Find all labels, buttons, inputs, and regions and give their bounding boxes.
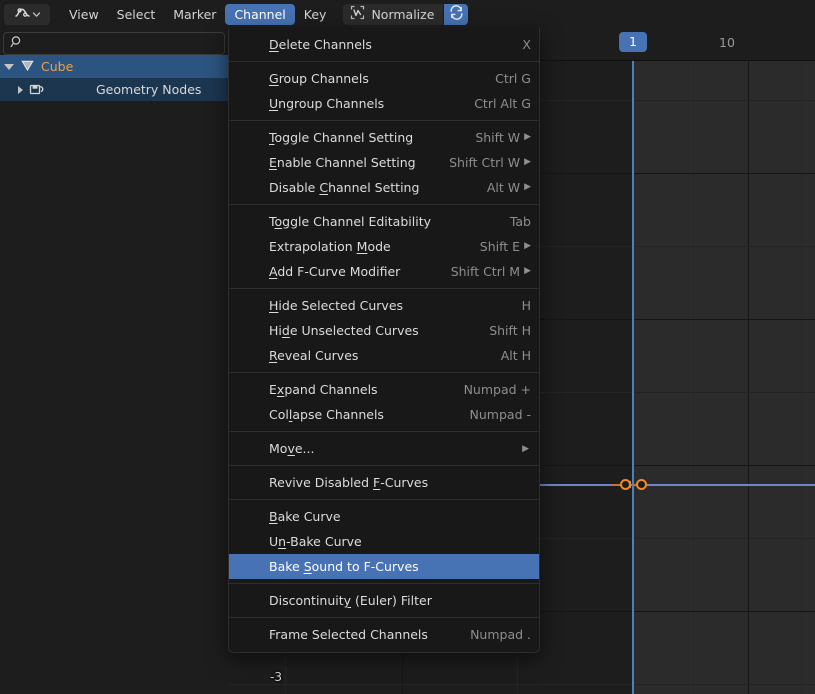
grid-line-vertical bbox=[748, 60, 749, 694]
menu-item-move[interactable]: Move... ▶ bbox=[229, 436, 539, 461]
menu-item-group-channels[interactable]: Group Channels Ctrl G bbox=[229, 66, 539, 91]
menu-item-hide-unselected-curves[interactable]: Hide Unselected Curves Shift H bbox=[229, 318, 539, 343]
menu-item-shortcut: Shift H bbox=[489, 323, 531, 338]
menu-item-collapse-channels[interactable]: Collapse Channels Numpad - bbox=[229, 402, 539, 427]
menu-key[interactable]: Key bbox=[295, 4, 336, 25]
editor-header: View Select Marker Channel Key Normalize bbox=[0, 0, 815, 28]
menu-separator bbox=[229, 465, 539, 466]
search-icon bbox=[10, 35, 24, 52]
menu-separator bbox=[229, 617, 539, 618]
submenu-arrow-icon: ▶ bbox=[524, 157, 531, 167]
menu-item-frame-selected-channels[interactable]: Frame Selected Channels Numpad . bbox=[229, 622, 539, 647]
y-axis-label: -3 bbox=[270, 670, 282, 684]
menu-channel-label: Channel bbox=[234, 6, 286, 22]
menu-item-shortcut: Ctrl G bbox=[495, 71, 531, 86]
menu-item-shortcut: Shift E bbox=[479, 239, 521, 254]
menu-item-shortcut: Shift Ctrl M bbox=[450, 264, 521, 279]
chevron-down-icon bbox=[32, 7, 41, 22]
menu-item-shortcut: H bbox=[521, 298, 531, 313]
search-row bbox=[0, 28, 228, 55]
menu-separator bbox=[229, 120, 539, 121]
menu-item-un-bake-curve[interactable]: Un-Bake Curve bbox=[229, 529, 539, 554]
menu-separator bbox=[229, 583, 539, 584]
normalize-toggle-button[interactable]: Normalize bbox=[343, 3, 444, 25]
menu-separator bbox=[229, 499, 539, 500]
menu-item-toggle-channel-editability[interactable]: Toggle Channel Editability Tab bbox=[229, 209, 539, 234]
menu-select[interactable]: Select bbox=[108, 4, 165, 25]
channel-row-geometry-nodes[interactable]: Geometry Nodes bbox=[0, 78, 228, 101]
menu-key-label: Key bbox=[303, 6, 327, 22]
menu-item-shortcut: Tab bbox=[509, 214, 531, 229]
menu-item-disable-channel-setting[interactable]: Disable Channel Setting Alt W ▶ bbox=[229, 175, 539, 200]
menu-view[interactable]: View bbox=[60, 4, 108, 25]
menu-item-toggle-channel-setting[interactable]: Toggle Channel Setting Shift W ▶ bbox=[229, 125, 539, 150]
menu-item-shortcut: Alt H bbox=[500, 348, 531, 363]
menu-item-expand-channels[interactable]: Expand Channels Numpad + bbox=[229, 377, 539, 402]
menu-item-bake-curve[interactable]: Bake Curve bbox=[229, 504, 539, 529]
menu-channel[interactable]: Channel bbox=[225, 3, 295, 25]
playhead-line[interactable] bbox=[632, 60, 634, 694]
expand-triangle-icon[interactable] bbox=[4, 63, 14, 70]
menu-item-discontinuity-euler-filter[interactable]: Discontinuity (Euler) Filter bbox=[229, 588, 539, 613]
editor-type-selector[interactable] bbox=[4, 3, 50, 25]
blender-graph-editor: -3 10 1 View Select Marker Channel Key N… bbox=[0, 0, 815, 694]
menu-item-reveal-curves[interactable]: Reveal Curves Alt H bbox=[229, 343, 539, 368]
menu-item-shortcut: Numpad . bbox=[470, 627, 531, 642]
menu-view-label: View bbox=[69, 6, 99, 22]
channel-label: Cube bbox=[41, 59, 74, 74]
search-input[interactable] bbox=[30, 36, 210, 51]
normalize-label: Normalize bbox=[371, 6, 435, 22]
menu-item-bake-sound-to-f-curves[interactable]: Bake Sound to F-Curves bbox=[229, 554, 539, 579]
expand-triangle-icon[interactable] bbox=[18, 85, 23, 94]
channel-dropdown-menu[interactable]: Delete Channels X Group Channels Ctrl G … bbox=[228, 28, 540, 653]
menu-item-add-f-curve-modifier[interactable]: Add F-Curve Modifier Shift Ctrl M ▶ bbox=[229, 259, 539, 284]
channel-row-cube[interactable]: Cube bbox=[0, 55, 228, 78]
current-frame-indicator[interactable]: 1 bbox=[619, 32, 647, 52]
menu-item-enable-channel-setting[interactable]: Enable Channel Setting Shift Ctrl W ▶ bbox=[229, 150, 539, 175]
menu-item-delete-channels[interactable]: Delete Channels X bbox=[229, 32, 539, 57]
grid-line-horizontal bbox=[228, 684, 815, 685]
menu-item-shortcut: Ctrl Alt G bbox=[474, 96, 531, 111]
menu-item-revive-disabled-f-curves[interactable]: Revive Disabled F-Curves bbox=[229, 470, 539, 495]
channel-sidebar: Cube Geometry Nodes bbox=[0, 28, 228, 694]
submenu-arrow-icon: ▶ bbox=[522, 443, 529, 454]
menu-separator bbox=[229, 204, 539, 205]
triangle-object-icon bbox=[20, 58, 35, 76]
menu-item-shortcut: Alt W bbox=[486, 180, 521, 195]
auto-normalize-button[interactable] bbox=[444, 3, 469, 25]
action-icon bbox=[29, 81, 46, 99]
menu-marker[interactable]: Marker bbox=[164, 4, 225, 25]
menu-item-shortcut: Shift W bbox=[475, 130, 521, 145]
menu-separator bbox=[229, 61, 539, 62]
menu-item-ungroup-channels[interactable]: Ungroup Channels Ctrl Alt G bbox=[229, 91, 539, 116]
submenu-arrow-icon: ▶ bbox=[524, 182, 531, 192]
submenu-arrow-icon: ▶ bbox=[524, 266, 531, 276]
menu-marker-label: Marker bbox=[173, 6, 217, 22]
menu-separator bbox=[229, 288, 539, 289]
menu-separator bbox=[229, 372, 539, 373]
grid-line-vertical bbox=[806, 60, 807, 694]
channel-label: Geometry Nodes bbox=[96, 82, 202, 97]
menu-item-shortcut: Numpad - bbox=[469, 407, 531, 422]
frame-range-fill bbox=[632, 60, 815, 694]
keyframe-point[interactable] bbox=[620, 479, 631, 490]
keyframe-point[interactable] bbox=[636, 479, 647, 490]
menu-separator bbox=[229, 431, 539, 432]
submenu-arrow-icon: ▶ bbox=[524, 241, 531, 251]
search-field[interactable] bbox=[3, 32, 225, 55]
ruler-tick-label: 10 bbox=[719, 35, 735, 50]
grid-line-vertical bbox=[690, 60, 691, 694]
menu-item-shortcut: X bbox=[522, 37, 531, 52]
menu-item-extrapolation-mode[interactable]: Extrapolation Mode Shift E ▶ bbox=[229, 234, 539, 259]
normalize-icon bbox=[350, 5, 365, 23]
refresh-icon bbox=[449, 5, 464, 23]
submenu-arrow-icon: ▶ bbox=[524, 132, 531, 142]
menu-select-label: Select bbox=[116, 6, 156, 22]
menu-item-shortcut: Numpad + bbox=[463, 382, 531, 397]
menu-item-shortcut: Shift Ctrl W bbox=[449, 155, 521, 170]
menu-item-hide-selected-curves[interactable]: Hide Selected Curves H bbox=[229, 293, 539, 318]
normalize-group: Normalize bbox=[343, 3, 469, 25]
fcurve-editor-icon bbox=[14, 5, 31, 23]
